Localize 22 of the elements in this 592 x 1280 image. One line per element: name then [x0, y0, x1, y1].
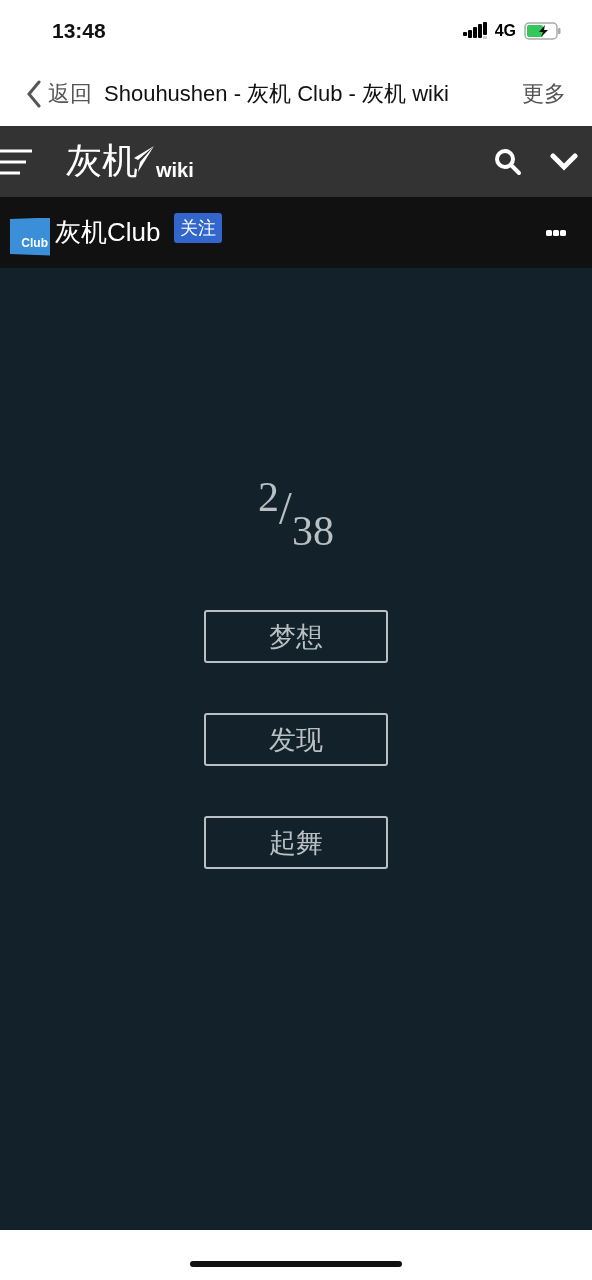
choice-button[interactable]: 梦想 [204, 610, 388, 663]
more-icon[interactable] [546, 229, 566, 236]
back-button[interactable]: 返回 [26, 79, 92, 109]
battery-icon [524, 22, 562, 40]
page-title: Shouhushen - 灰机 Club - 灰机 wiki [104, 80, 450, 108]
search-icon[interactable] [494, 147, 522, 176]
choice-button[interactable]: 起舞 [204, 816, 388, 869]
clock-time: 13:48 [52, 19, 107, 43]
club-name: 灰机Club [55, 216, 161, 249]
more-button[interactable]: 更多 [522, 79, 566, 109]
choice-button[interactable]: 发现 [204, 713, 388, 766]
logo-suffix: wiki [156, 159, 194, 182]
network-label: 4G [494, 22, 516, 40]
total-number: 38 [291, 510, 334, 552]
back-chevron-icon[interactable] [26, 80, 42, 108]
signal-icon [462, 22, 489, 40]
chevron-down-icon[interactable] [550, 151, 578, 172]
slash-text: / [279, 486, 292, 532]
follow-button[interactable]: 关注 [174, 213, 223, 243]
club-logo: Club [10, 217, 50, 256]
current-number: 2 [258, 476, 280, 518]
logo-text: 灰机 [66, 139, 138, 183]
